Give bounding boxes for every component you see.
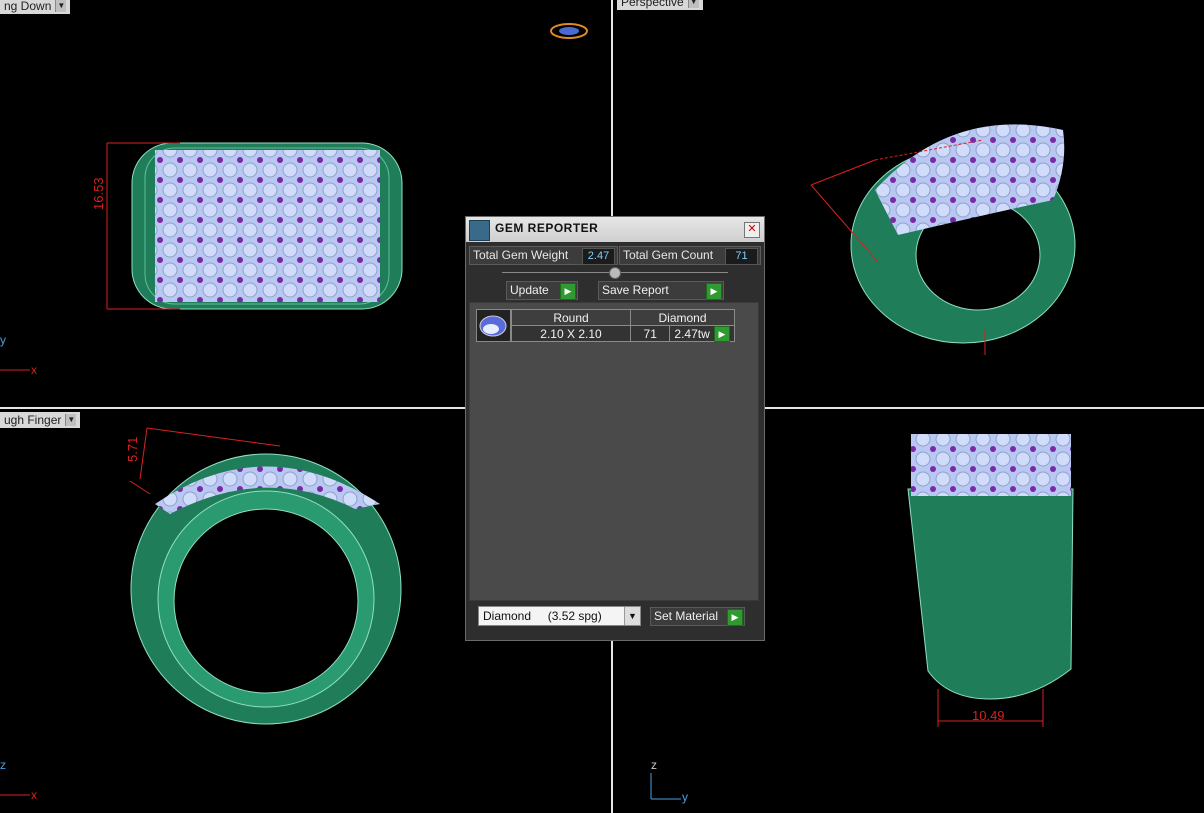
- viewport-perspective-label[interactable]: Perspective ▼: [617, 0, 703, 10]
- set-material-button-label: Set Material: [654, 609, 719, 623]
- gem-list: [469, 302, 759, 601]
- gem-table-header: Round Diamond: [511, 309, 735, 326]
- viewport-front-label[interactable]: ugh Finger ▼: [0, 412, 81, 428]
- right-dimension-label: 10.49: [972, 708, 1005, 723]
- total-gem-count-field: Total Gem Count 71: [619, 246, 761, 265]
- table-row[interactable]: 2.10 X 2.10 71 2.47tw: [511, 325, 735, 342]
- gem-reporter-logo-icon: [469, 220, 490, 241]
- top-height-label: 16.53: [91, 177, 106, 210]
- svg-text:x: x: [31, 788, 37, 802]
- chevron-down-icon[interactable]: ▼: [55, 0, 67, 12]
- set-material-button[interactable]: Set Material ▶: [650, 607, 745, 626]
- front-height-label: 5.71: [125, 436, 140, 462]
- collapse-handle[interactable]: [609, 267, 621, 279]
- gem-table: Round Diamond 2.10 X 2.10 71 2.47tw: [511, 309, 735, 342]
- gem-count-cell: 71: [629, 325, 671, 342]
- gem-table-header-material: Diamond: [630, 309, 735, 326]
- material-select[interactable]: Diamond (3.52 spg) ▼: [478, 606, 641, 626]
- viewport-top-label-text: ng Down: [4, 0, 52, 13]
- svg-text:y: y: [0, 333, 6, 347]
- total-gem-weight-field: Total Gem Weight 2.47: [469, 246, 618, 265]
- gem-size-cell: 2.10 X 2.10: [511, 325, 631, 342]
- viewport-top-label[interactable]: ng Down ▼: [0, 0, 71, 14]
- update-button-label: Update: [510, 283, 549, 297]
- chevron-down-icon[interactable]: ▼: [624, 607, 640, 625]
- chevron-down-icon[interactable]: ▼: [687, 0, 699, 8]
- row-action-play-icon[interactable]: ▶: [714, 326, 730, 342]
- save-report-button[interactable]: Save Report ▶: [598, 281, 724, 300]
- total-gem-count-label: Total Gem Count: [623, 248, 714, 262]
- total-gem-weight-value: 2.47: [582, 248, 615, 265]
- close-icon[interactable]: ✕: [744, 222, 760, 238]
- round-gem-icon[interactable]: [476, 309, 511, 342]
- axis-z-label: z: [651, 758, 657, 772]
- update-button[interactable]: Update ▶: [506, 281, 578, 300]
- viewport-perspective-label-text: Perspective: [621, 0, 684, 9]
- play-icon: ▶: [560, 283, 576, 300]
- viewport-front-label-text: ugh Finger: [4, 413, 62, 427]
- axis-y-label: y: [682, 790, 688, 804]
- svg-text:z: z: [0, 758, 6, 772]
- gem-table-header-shape: Round: [511, 309, 631, 326]
- play-icon: ▶: [706, 283, 722, 300]
- total-gem-count-value: 71: [725, 248, 758, 265]
- svg-text:x: x: [31, 363, 37, 377]
- total-gem-weight-label: Total Gem Weight: [473, 248, 569, 262]
- chevron-down-icon[interactable]: ▼: [65, 414, 77, 426]
- save-report-button-label: Save Report: [602, 283, 669, 297]
- play-icon: ▶: [727, 609, 743, 626]
- gem-reporter-titlebar[interactable]: GEM REPORTER ✕: [466, 217, 764, 242]
- gem-reporter-title: GEM REPORTER: [495, 221, 599, 235]
- material-select-value: Diamond (3.52 spg): [483, 609, 602, 623]
